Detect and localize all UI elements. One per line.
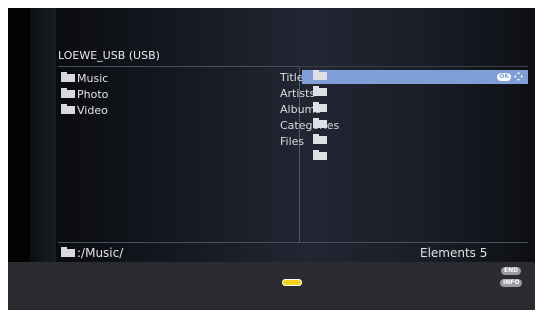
folder-icon bbox=[61, 88, 75, 98]
left-panel-band bbox=[30, 8, 56, 262]
current-path: :/Music/ bbox=[61, 246, 123, 260]
ok-badge: OK bbox=[497, 72, 511, 81]
end-button[interactable]: END bbox=[501, 267, 522, 275]
folder-icon bbox=[313, 86, 327, 96]
yellow-key-icon[interactable] bbox=[282, 279, 302, 286]
list-item-label: Video bbox=[77, 103, 108, 117]
footer-divider bbox=[58, 242, 528, 243]
left-dark-band bbox=[8, 8, 30, 262]
list-item-label: Music bbox=[77, 71, 109, 85]
source-list: Music Photo Video bbox=[61, 70, 108, 118]
elements-count: Elements 5 bbox=[420, 246, 488, 260]
list-item-photo[interactable]: Photo bbox=[61, 86, 108, 102]
ok-nav-hint: OK bbox=[497, 72, 523, 81]
list-item-music[interactable]: Music bbox=[61, 70, 108, 86]
list-item-files[interactable]: Files bbox=[280, 134, 339, 150]
list-item-label: Photo bbox=[77, 87, 109, 101]
list-item-video[interactable]: Video bbox=[61, 102, 108, 118]
header-divider-right bbox=[300, 66, 528, 67]
list-item-artists[interactable]: Artists bbox=[280, 86, 339, 102]
header-divider bbox=[58, 66, 300, 67]
path-label: :/Music/ bbox=[77, 246, 124, 260]
list-item-albums[interactable]: Albums bbox=[280, 102, 339, 118]
folder-icon bbox=[313, 70, 327, 80]
folder-column bbox=[313, 70, 327, 168]
list-item-categories[interactable]: Categories bbox=[280, 118, 339, 134]
source-title: LOEWE_USB (USB) bbox=[58, 49, 160, 62]
folder-icon bbox=[61, 72, 75, 82]
info-button[interactable]: INFO bbox=[500, 279, 523, 287]
folder-icon bbox=[61, 247, 75, 257]
tv-screen: LOEWE_USB (USB) Music Photo Video Titles… bbox=[8, 8, 535, 310]
dpad-icon bbox=[514, 72, 523, 81]
folder-icon bbox=[313, 134, 327, 144]
footer-bar bbox=[8, 262, 535, 310]
folder-icon bbox=[313, 102, 327, 112]
folder-icon bbox=[313, 150, 327, 160]
folder-icon bbox=[61, 104, 75, 114]
selection-highlight[interactable]: OK bbox=[302, 70, 528, 84]
folder-icon bbox=[313, 118, 327, 128]
